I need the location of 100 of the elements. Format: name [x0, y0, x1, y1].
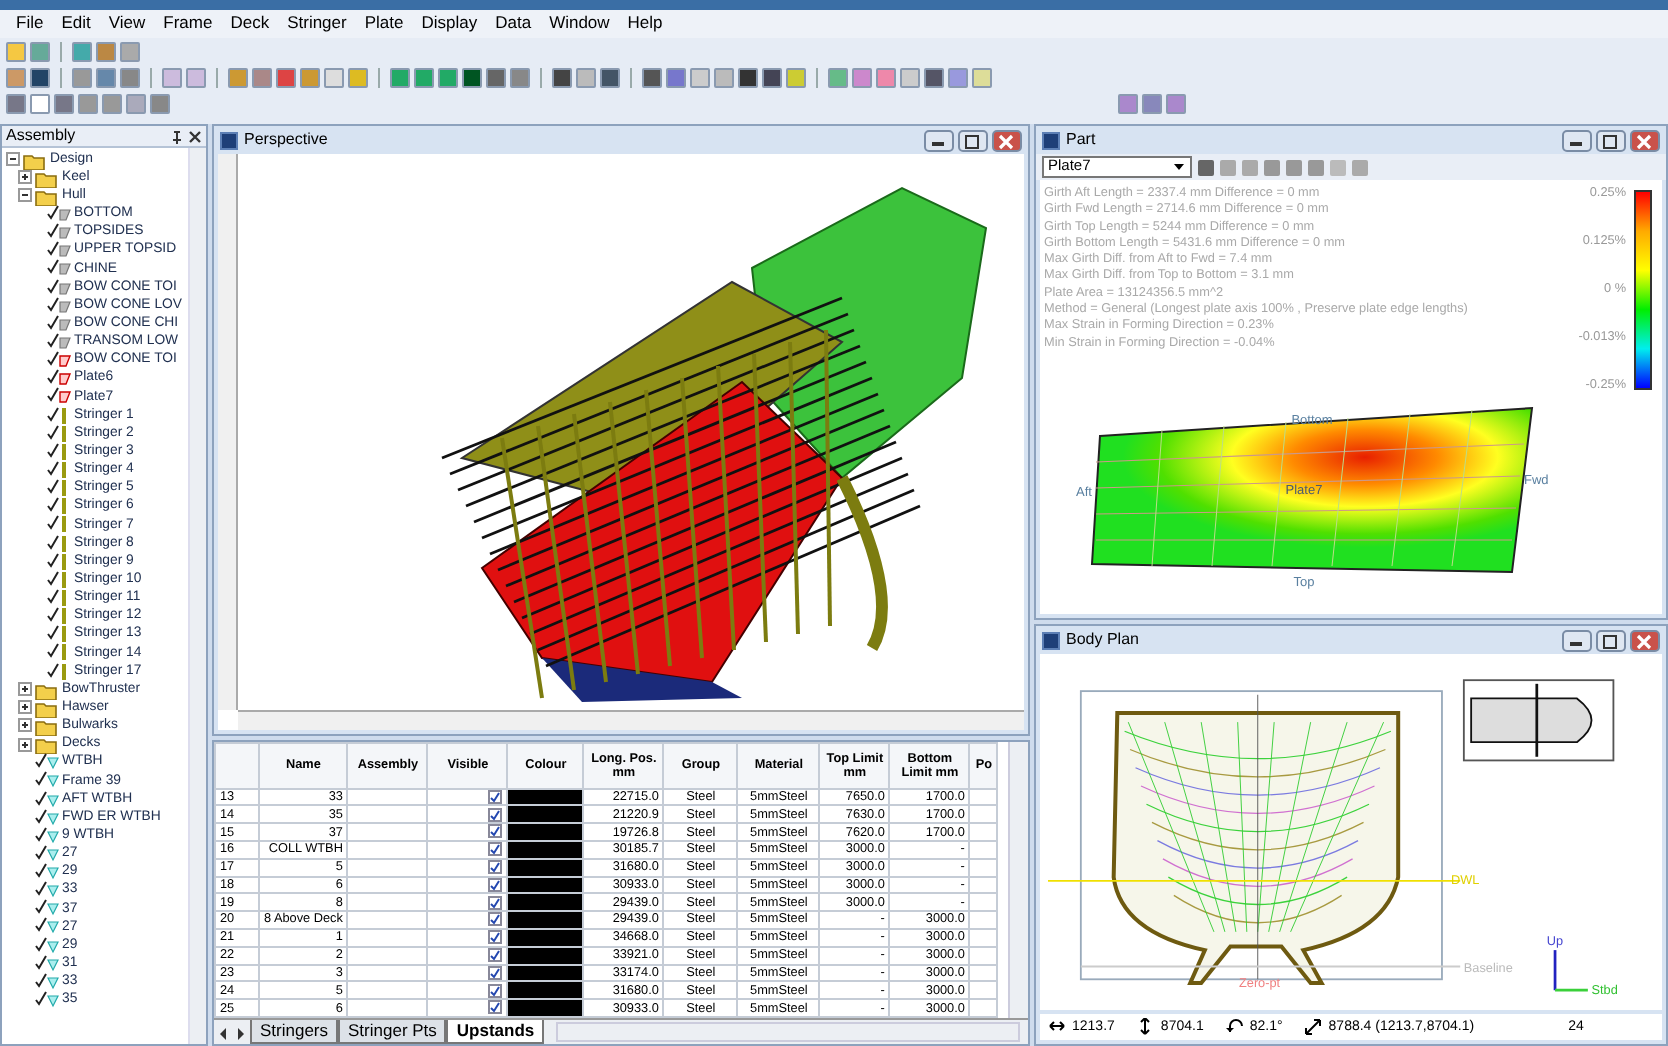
stringer-icon	[46, 496, 72, 517]
expand-icon[interactable]	[18, 737, 32, 752]
folder-icon	[34, 715, 60, 736]
menu-item[interactable]: File	[16, 14, 44, 34]
scrollbar[interactable]	[188, 148, 206, 1044]
stringer-icon	[46, 624, 72, 645]
expand-icon[interactable]	[18, 700, 32, 715]
expand-icon[interactable]	[18, 682, 32, 697]
scrollbar[interactable]	[1008, 742, 1028, 1018]
deck-icon	[34, 971, 60, 992]
minimize-icon[interactable]	[924, 129, 954, 151]
sheet-tab[interactable]: Upstands	[446, 1020, 545, 1044]
window-title: Perspective	[244, 131, 328, 149]
window-logo-icon	[1042, 131, 1060, 149]
deck-icon	[34, 807, 60, 828]
sheet-tab[interactable]: Stringer Pts	[338, 1020, 447, 1044]
stringer-icon	[46, 459, 72, 480]
surface-icon	[46, 240, 72, 261]
surface-icon	[46, 222, 72, 243]
deck-icon	[34, 898, 60, 919]
folder-icon	[34, 697, 60, 718]
stringer-icon	[46, 405, 72, 426]
deck-icon	[34, 789, 60, 809]
checkbox[interactable]	[488, 878, 503, 892]
diagonal-icon	[1304, 1018, 1323, 1036]
deck-icon	[34, 770, 60, 791]
menu-item[interactable]: Frame	[163, 14, 213, 34]
stringer-icon	[46, 478, 72, 499]
menu-item[interactable]: Window	[549, 14, 610, 34]
window-logo-icon	[220, 131, 238, 149]
stringer-icon	[46, 441, 72, 462]
surface-icon	[46, 258, 72, 279]
deck-icon	[34, 953, 60, 974]
expand-icon[interactable]	[18, 170, 32, 185]
maximize-icon[interactable]	[1596, 629, 1626, 651]
minimize-icon[interactable]	[1562, 129, 1592, 151]
checkbox[interactable]	[488, 790, 503, 804]
window-logo-icon	[1042, 631, 1060, 649]
maximize-icon[interactable]	[958, 129, 988, 151]
checkbox[interactable]	[488, 930, 503, 945]
deck-icon	[34, 880, 60, 901]
menu-item[interactable]: Stringer	[287, 14, 347, 34]
axis-indicator	[1553, 950, 1588, 992]
checkbox[interactable]	[488, 983, 503, 998]
stringer-icon	[46, 661, 72, 682]
collapse-icon[interactable]	[18, 188, 32, 203]
window-title: Part	[1066, 131, 1096, 149]
folder-icon	[34, 734, 60, 755]
checkbox[interactable]	[488, 895, 503, 910]
expand-icon[interactable]	[18, 718, 32, 733]
angle-icon	[1225, 1018, 1244, 1036]
sheet-tab[interactable]: Stringers	[250, 1020, 339, 1044]
width-icon	[1048, 1018, 1066, 1036]
surface-icon	[46, 277, 72, 298]
menu-item[interactable]: Edit	[61, 14, 91, 34]
surface-icon	[46, 331, 72, 352]
checkbox[interactable]	[488, 913, 503, 927]
surface-icon	[46, 204, 72, 224]
deck-icon	[34, 916, 60, 937]
menu-item[interactable]: View	[108, 14, 146, 34]
stringer-icon	[46, 423, 72, 444]
maximize-icon[interactable]	[1596, 129, 1626, 151]
menu-item[interactable]: Help	[627, 14, 663, 34]
menu-item[interactable]: Plate	[364, 14, 404, 34]
deck-icon	[34, 843, 60, 864]
deck-icon	[34, 862, 60, 883]
deck-icon	[34, 990, 60, 1011]
surface-icon	[46, 313, 72, 334]
window-title: Body Plan	[1066, 631, 1139, 649]
checkbox[interactable]	[488, 842, 503, 857]
checkbox[interactable]	[488, 948, 503, 962]
collapse-icon[interactable]	[6, 152, 20, 167]
menu-item[interactable]: Display	[421, 14, 478, 34]
height-icon	[1136, 1018, 1155, 1036]
folder-icon	[34, 185, 60, 206]
deck-icon	[34, 935, 60, 956]
deck-icon	[34, 752, 60, 773]
scrollbar[interactable]	[556, 1022, 1020, 1042]
plate-icon	[46, 350, 72, 371]
stringer-icon	[46, 642, 72, 663]
stringer-icon	[46, 606, 72, 627]
checkbox[interactable]	[488, 860, 503, 874]
close-icon[interactable]	[188, 129, 202, 143]
plate-icon	[46, 368, 72, 389]
deck-icon	[34, 825, 60, 846]
checkbox[interactable]	[488, 965, 503, 980]
checkbox[interactable]	[488, 807, 503, 822]
stringer-icon	[46, 587, 72, 608]
folder-icon	[34, 167, 60, 188]
menu-item[interactable]: Deck	[230, 14, 270, 34]
stringer-icon	[46, 551, 72, 572]
pin-icon[interactable]	[170, 129, 184, 143]
caret-icon	[1172, 162, 1186, 172]
minimize-icon[interactable]	[1562, 629, 1592, 651]
checkbox[interactable]	[488, 825, 503, 839]
plate-icon	[46, 386, 72, 407]
folder-icon	[34, 679, 60, 700]
menu-item[interactable]: Data	[495, 14, 532, 34]
stringer-icon	[46, 514, 72, 535]
checkbox[interactable]	[488, 1001, 503, 1015]
